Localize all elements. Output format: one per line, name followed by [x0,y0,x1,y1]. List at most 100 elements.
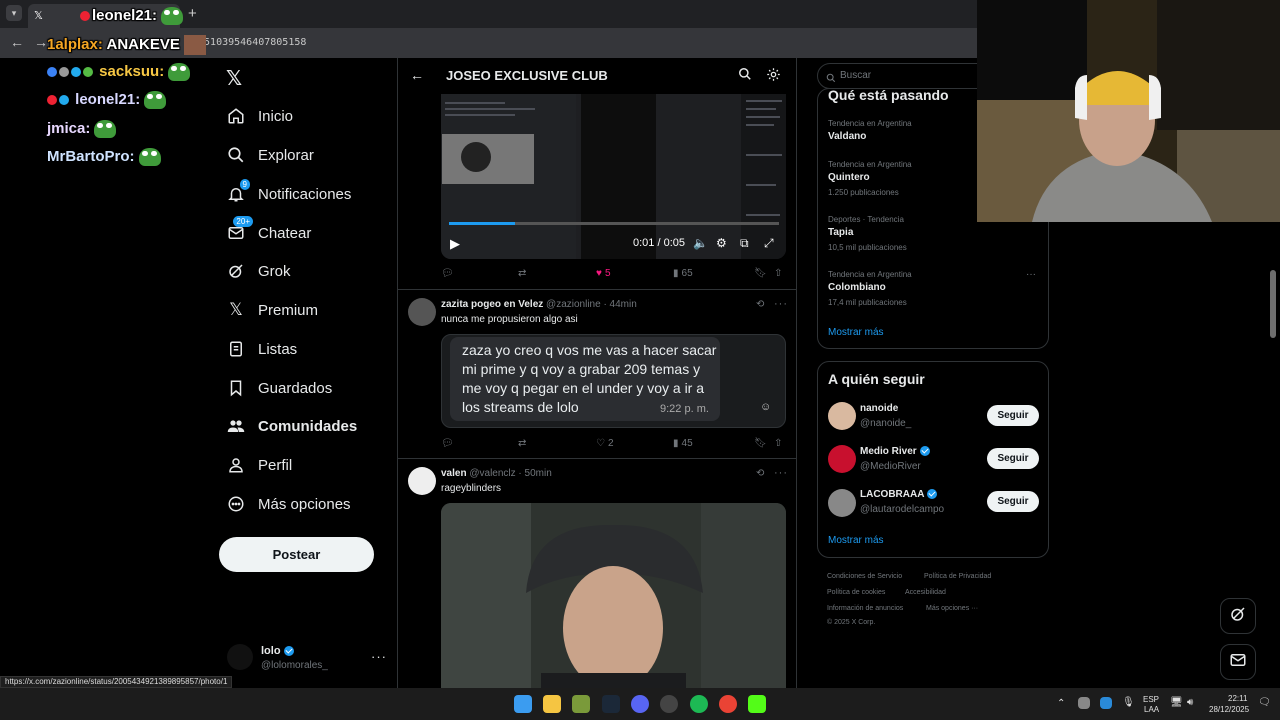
x-logo-icon[interactable]: 𝕏 [226,66,242,91]
tray-icon[interactable] [1100,697,1112,709]
show-more-link[interactable]: Mostrar más [828,327,884,338]
notifications-icon[interactable]: 🗨︎ [1258,697,1271,708]
nav-item-guardados[interactable]: Guardados [225,374,332,402]
footer-link[interactable]: Condiciones de Servicio [827,573,902,580]
language-indicator[interactable]: ESP [1143,695,1159,704]
retweet-icon: ⇄ [518,438,527,449]
discord-icon[interactable] [631,695,649,713]
follow-button[interactable]: Seguir [987,405,1039,426]
footer-link[interactable]: Más opciones ··· [926,605,978,612]
follow-avatar[interactable] [828,489,856,517]
nav-item-mas-opciones[interactable]: Más opciones [225,490,351,518]
like-button[interactable]: ♡ 2 [596,438,614,449]
footer-link[interactable]: Accesibilidad [905,589,946,596]
follow-name[interactable]: Medio River [860,446,930,457]
bookmark-button[interactable]: 🔖︎ [754,438,767,449]
kick-icon[interactable] [748,695,766,713]
search-icon[interactable] [738,67,752,86]
pip-icon[interactable]: ⧉ [740,236,749,251]
nav-item-premium[interactable]: 𝕏 Premium [225,296,318,324]
retweet-button[interactable]: ⇄ [518,268,529,279]
new-tab-button[interactable]: + [188,5,197,22]
nav-item-listas[interactable]: Listas [225,335,297,363]
show-more-link[interactable]: Mostrar más [828,535,884,546]
views-button[interactable]: ▮ 65 [673,268,693,279]
keyboard-layout[interactable]: LAA [1144,705,1159,714]
obs-icon[interactable] [660,695,678,713]
volume-icon[interactable]: 🔈 [693,236,708,250]
reply-button[interactable]: 💬︎ [441,438,457,449]
follow-avatar[interactable] [828,402,856,430]
tab-list-button[interactable]: ▾ [6,5,22,21]
microphone-icon[interactable]: 🎙︎ [1122,697,1135,708]
volume-icon[interactable]: 🔊︎ [1187,697,1193,708]
url-field[interactable]: 1851039546407805158 [192,37,306,48]
follow-name[interactable]: nanoide [860,403,898,414]
network-icon[interactable]: 🖥︎ [1170,697,1183,708]
tweet-avatar[interactable] [408,298,436,326]
tweet-image[interactable]: zaza yo creo q vos me vas a hacer sacar … [441,334,786,428]
tweet-author-name[interactable]: zazita pogeo en Velez [441,299,543,310]
tweet-author-name[interactable]: valen [441,468,467,479]
settings-icon[interactable]: ⚙ [716,236,727,250]
grok-float-button[interactable] [1220,598,1256,634]
nav-item-inicio[interactable]: Inicio [225,102,293,130]
tweet-more-icon[interactable]: ··· [774,298,788,310]
heart-icon: ♡ [596,438,605,449]
trend-name[interactable]: Quintero [828,172,870,183]
follow-button[interactable]: Seguir [987,491,1039,512]
gear-icon[interactable] [766,67,781,87]
post-button[interactable]: Postear [219,537,374,572]
reply-button[interactable]: 💬︎ [441,268,457,279]
file-explorer-icon[interactable] [543,695,561,713]
bookmark-button[interactable]: 🔖︎ [754,268,767,279]
video-progress-bar[interactable] [449,222,779,225]
trend-name[interactable]: Colombiano [828,282,886,293]
footer-link[interactable]: Información de anuncios [827,605,903,612]
chrome-icon[interactable] [719,695,737,713]
trend-name[interactable]: Tapia [828,227,853,238]
trend-more-icon[interactable]: ··· [1026,269,1036,280]
back-arrow-icon[interactable]: ← [10,34,24,50]
nav-item-grok[interactable]: Grok [225,257,291,285]
play-icon[interactable]: ▶ [450,236,460,252]
page-scrollbar[interactable] [1270,270,1276,338]
tweet-image[interactable] [441,503,786,688]
clock-time[interactable]: 22:11 [1228,694,1247,703]
app-icon[interactable] [572,695,590,713]
messages-float-button[interactable] [1220,644,1256,680]
steam-icon[interactable] [602,695,620,713]
views-button[interactable]: ▮ 45 [673,438,693,449]
follow-name[interactable]: LACOBRAAA [860,489,938,500]
like-button[interactable]: ♥ 5 [596,268,611,279]
footer-link[interactable]: Política de cookies [827,589,885,596]
video-player[interactable] [441,94,786,259]
grok-explain-icon[interactable]: ⟲ [756,468,764,479]
follow-button[interactable]: Seguir [987,448,1039,469]
tweet-more-icon[interactable]: ··· [774,467,788,479]
clock-date[interactable]: 28/12/2025 [1209,705,1249,714]
account-avatar[interactable] [227,644,253,670]
nav-item-chatear[interactable]: 20+ Chatear [225,216,311,247]
nav-item-notificaciones[interactable]: 9 Notificaciones [225,179,351,208]
nav-item-comunidades[interactable]: Comunidades [225,412,357,440]
nav-item-explorar[interactable]: Explorar [225,141,314,169]
share-button[interactable]: ⇧ [774,438,782,449]
tweet-avatar[interactable] [408,467,436,495]
share-button[interactable]: ⇧ [774,268,782,279]
forward-arrow-icon[interactable]: → [34,34,48,50]
footer-link[interactable]: Política de Privacidad [924,573,991,580]
grok-explain-icon[interactable]: ⟲ [756,299,764,310]
account-name[interactable]: lolo [261,645,294,657]
account-more-button[interactable]: ··· [371,649,387,664]
tray-icon[interactable] [1078,697,1090,709]
retweet-button[interactable]: ⇄ [518,438,529,449]
back-arrow-icon[interactable]: ← [410,67,424,83]
follow-avatar[interactable] [828,445,856,473]
nav-item-perfil[interactable]: Perfil [225,451,292,479]
fullscreen-icon[interactable]: ⤢ [764,236,774,251]
tray-chevron-icon[interactable]: ⌃ [1057,698,1065,709]
windows-start-icon[interactable] [514,695,532,713]
spotify-icon[interactable] [690,695,708,713]
trend-name[interactable]: Valdano [828,131,866,142]
